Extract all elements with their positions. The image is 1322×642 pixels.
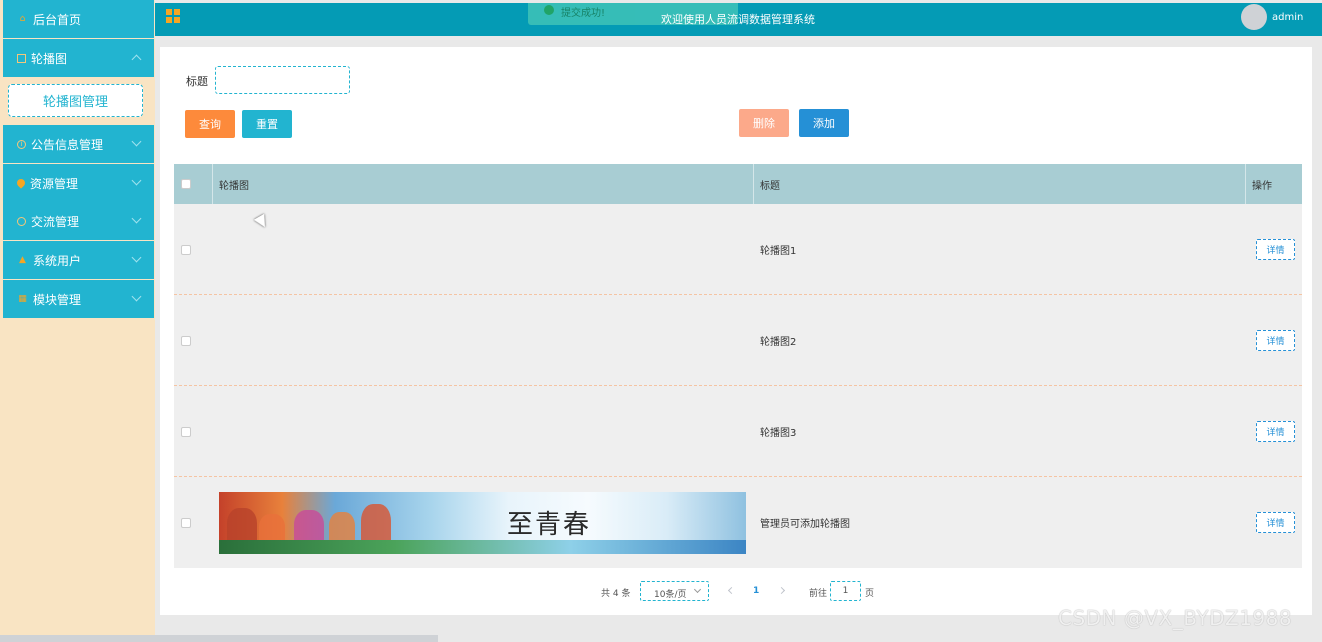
table-row: 轮播图2 详情 <box>174 295 1302 386</box>
goto-page-input[interactable]: 1 <box>830 581 861 601</box>
row-checkbox[interactable] <box>181 386 191 477</box>
chevron-up-icon <box>131 54 142 65</box>
image-icon <box>17 53 26 63</box>
detail-button[interactable]: 详情 <box>1256 239 1295 260</box>
main-panel: 标题 查询 重置 删除 添加 轮播图 标题 操作 轮播图1 详情 轮播图2 详情… <box>160 47 1312 615</box>
top-header: 提交成功! 欢迎使用人员流调数据管理系统 admin <box>155 3 1322 36</box>
title-search-label: 标题 <box>186 75 208 88</box>
select-all-checkbox[interactable] <box>181 164 191 204</box>
next-page-icon[interactable] <box>777 586 786 595</box>
page-size-select[interactable]: 10条/页 <box>640 581 709 601</box>
horizontal-scrollbar[interactable] <box>0 635 438 642</box>
chevron-down-icon <box>131 252 142 263</box>
sidebar-item-notice[interactable]: i 公告信息管理 <box>3 125 154 163</box>
check-circle-icon <box>544 5 554 15</box>
home-icon: ⌂ <box>19 14 26 24</box>
banner-text: 至青春 <box>507 509 592 540</box>
chat-icon <box>17 216 26 226</box>
watermark: CSDN @VX_BYDZ1988 <box>1058 606 1293 630</box>
title-search-input[interactable] <box>215 66 350 94</box>
table-row: 轮播图1 详情 <box>174 204 1302 295</box>
menu-toggle-icon[interactable] <box>166 9 180 23</box>
sidebar-subitem-carousel-manage[interactable]: 轮播图管理 <box>8 84 143 117</box>
column-header-image: 轮播图 <box>219 180 249 192</box>
column-header-title[interactable]: 标题 <box>760 164 780 204</box>
row-title: 轮播图3 <box>760 428 797 439</box>
sidebar-item-label: 系统用户 <box>33 253 82 268</box>
sidebar-item-resource[interactable]: 资源管理 <box>3 164 154 202</box>
page-size-value: 10条/页 <box>654 590 687 600</box>
detail-button[interactable]: 详情 <box>1256 512 1295 533</box>
row-title: 轮播图2 <box>760 337 797 348</box>
reset-button[interactable]: 重置 <box>242 110 292 138</box>
column-header-actions: 操作 <box>1252 180 1272 192</box>
add-button[interactable]: 添加 <box>799 109 849 137</box>
row-title: 轮播图1 <box>760 246 797 257</box>
sidebar-item-label: 模块管理 <box>33 292 82 307</box>
sidebar-item-label: 公告信息管理 <box>31 137 104 152</box>
chevron-down-icon <box>131 136 142 147</box>
chevron-down-icon <box>693 585 702 594</box>
carousel-table: 轮播图 标题 操作 轮播图1 详情 轮播图2 详情 轮播图3 详情 至青春 管理… <box>174 164 1302 568</box>
chevron-down-icon <box>131 175 142 186</box>
table-row: 轮播图3 详情 <box>174 386 1302 477</box>
info-icon: i <box>17 139 26 149</box>
carousel-image: 至青春 <box>219 491 746 554</box>
username[interactable]: admin <box>1272 12 1303 23</box>
delete-button[interactable]: 删除 <box>739 109 789 137</box>
detail-button[interactable]: 详情 <box>1256 330 1295 351</box>
sidebar-item-label: 资源管理 <box>30 176 79 191</box>
row-checkbox[interactable] <box>181 477 191 568</box>
row-checkbox[interactable] <box>181 204 191 295</box>
user-icon: ▲ <box>19 255 26 265</box>
table-row: 至青春 管理员可添加轮播图 详情 <box>174 477 1302 568</box>
sidebar-item-label: 交流管理 <box>31 214 80 229</box>
row-title: 管理员可添加轮播图 <box>760 519 850 530</box>
page-title: 欢迎使用人员流调数据管理系统 <box>661 13 815 26</box>
row-checkbox[interactable] <box>181 295 191 386</box>
grid-icon: ▦ <box>18 294 27 304</box>
sidebar: ⌂ 后台首页 轮播图 轮播图管理 i 公告信息管理 资源管理 交流管理 ▲ 系统… <box>0 0 155 642</box>
page-number-current[interactable]: 1 <box>753 586 759 596</box>
query-button[interactable]: 查询 <box>185 110 235 138</box>
chevron-down-icon <box>131 213 142 224</box>
pagination: 共 4 条 10条/页 1 前往 1 页 <box>160 580 1312 604</box>
sidebar-item-home[interactable]: ⌂ 后台首页 <box>3 0 154 38</box>
sidebar-item-exchange[interactable]: 交流管理 <box>3 202 154 240</box>
sidebar-item-label: 轮播图 <box>31 51 68 66</box>
chevron-down-icon <box>131 291 142 302</box>
pagination-total: 共 4 条 <box>601 589 631 599</box>
avatar[interactable] <box>1241 4 1267 30</box>
sidebar-item-label: 后台首页 <box>33 12 82 27</box>
page-suffix: 页 <box>865 589 875 599</box>
detail-button[interactable]: 详情 <box>1256 421 1295 442</box>
sidebar-item-users[interactable]: ▲ 系统用户 <box>3 241 154 279</box>
toast-message: 提交成功! <box>561 8 606 19</box>
location-icon <box>15 177 27 189</box>
goto-label: 前往 <box>809 589 828 599</box>
sidebar-item-modules[interactable]: ▦ 模块管理 <box>3 280 154 318</box>
table-header: 轮播图 标题 操作 <box>174 164 1302 204</box>
prev-page-icon[interactable] <box>727 586 736 595</box>
sidebar-item-carousel[interactable]: 轮播图 <box>3 39 154 77</box>
